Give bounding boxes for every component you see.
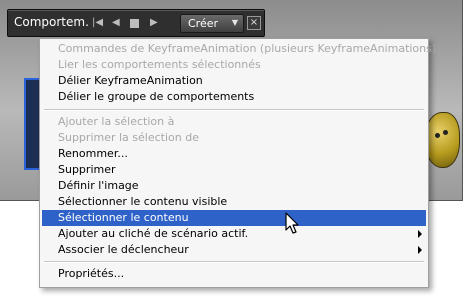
create-label: Créer bbox=[188, 17, 219, 30]
menu-item-select-visible-content[interactable]: Sélectionner le contenu visible bbox=[42, 194, 426, 210]
menu-item-link-behaviors: Lier les comportements sélectionnés bbox=[42, 57, 426, 73]
menu-item-keyframe-commands: Commandes de KeyframeAnimation (plusieur… bbox=[42, 41, 436, 57]
menu-item-unlink-keyframe[interactable]: Délier KeyframeAnimation bbox=[42, 73, 426, 89]
play-icon[interactable]: ▶ bbox=[150, 17, 158, 29]
menu-item-label: Associer le déclencheur bbox=[58, 243, 189, 256]
menu-item-label: Supprimer la sélection de bbox=[58, 131, 199, 144]
menu-item-label: Délier KeyframeAnimation bbox=[58, 74, 203, 87]
menu-item-label: Renommer... bbox=[58, 147, 128, 160]
menu-item-label: Propriétés... bbox=[58, 267, 125, 280]
create-dropdown-button[interactable]: Créer ▼ bbox=[180, 14, 244, 33]
toolbar-title: Comportem. bbox=[14, 15, 89, 29]
menu-item-unlink-group[interactable]: Délier le groupe de comportements bbox=[42, 89, 426, 105]
menu-item-associate-trigger[interactable]: Associer le déclencheur bbox=[42, 242, 426, 258]
submenu-arrow-icon bbox=[418, 246, 422, 254]
menu-separator bbox=[44, 109, 424, 111]
menu-item-label: Sélectionner le contenu bbox=[58, 211, 189, 224]
menu-separator bbox=[44, 261, 424, 263]
skip-to-start-icon[interactable]: |◀ bbox=[92, 17, 103, 29]
menu-item-label: Délier le groupe de comportements bbox=[58, 90, 255, 103]
close-button[interactable]: × bbox=[247, 16, 261, 30]
menu-item-label: Lier les comportements sélectionnés bbox=[58, 58, 261, 71]
menu-item-rename[interactable]: Renommer... bbox=[42, 146, 426, 162]
menu-item-label: Sélectionner le contenu visible bbox=[58, 195, 228, 208]
menu-item-label: Supprimer bbox=[58, 163, 116, 176]
stop-icon[interactable] bbox=[130, 19, 139, 28]
menu-item-delete[interactable]: Supprimer bbox=[42, 162, 426, 178]
mouse-pointer-icon bbox=[285, 212, 299, 234]
menu-item-select-content[interactable]: Sélectionner le contenu bbox=[42, 210, 426, 226]
animated-object[interactable] bbox=[424, 112, 460, 168]
menu-item-add-selection: Ajouter la sélection à bbox=[42, 114, 426, 130]
menu-item-properties[interactable]: Propriétés... bbox=[42, 266, 426, 282]
menu-item-add-to-snapshot[interactable]: Ajouter au cliché de scénario actif. bbox=[42, 226, 426, 242]
menu-item-label: Ajouter la sélection à bbox=[58, 115, 175, 128]
behaviors-toolbar: Comportem. |◀ ◀ ▶ Créer ▼ × bbox=[7, 9, 265, 37]
menu-item-label: Définir l'image bbox=[58, 179, 139, 192]
menu-item-label: Commandes de KeyframeAnimation (plusieur… bbox=[58, 42, 437, 55]
context-menu: Commandes de KeyframeAnimation (plusieur… bbox=[39, 38, 436, 288]
menu-item-remove-selection: Supprimer la sélection de bbox=[42, 130, 426, 146]
menu-item-label: Ajouter au cliché de scénario actif. bbox=[58, 227, 249, 240]
chevron-down-icon: ▼ bbox=[231, 18, 238, 27]
submenu-arrow-icon bbox=[418, 230, 422, 238]
step-back-icon[interactable]: ◀ bbox=[112, 17, 120, 29]
menu-item-set-image[interactable]: Définir l'image bbox=[42, 178, 426, 194]
